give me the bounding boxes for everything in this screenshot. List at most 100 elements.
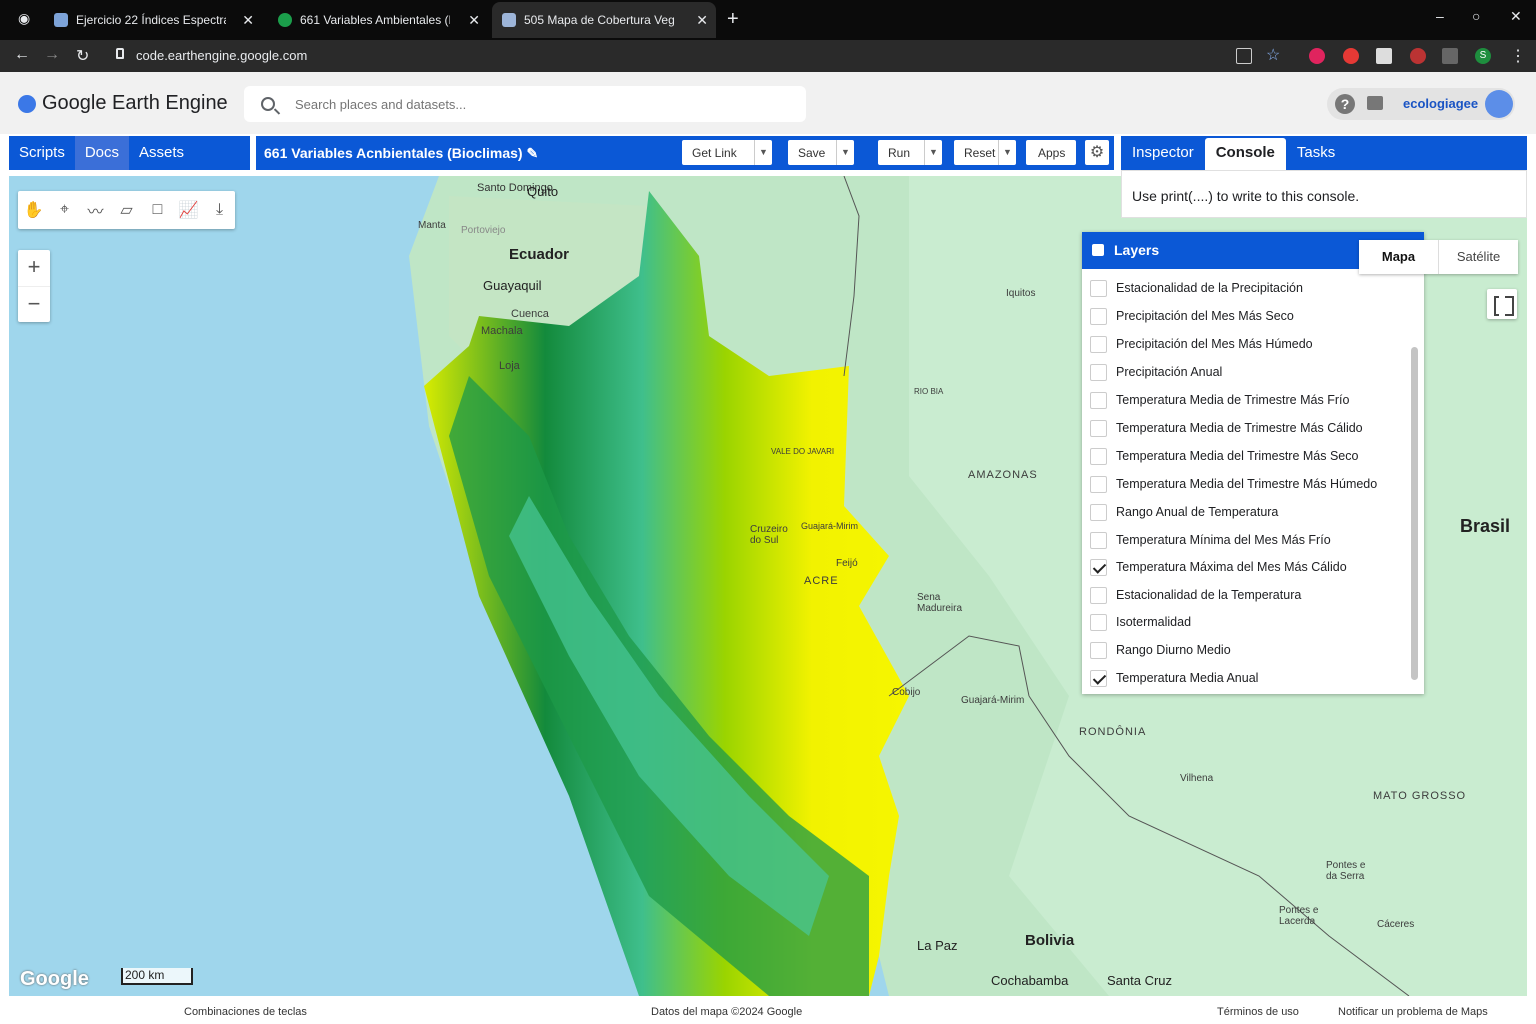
close-window-icon[interactable]: ✕ xyxy=(1510,8,1522,25)
tab-docs[interactable]: Docs xyxy=(74,136,130,170)
forward-icon[interactable]: → xyxy=(44,46,60,64)
layer-item[interactable]: Temperatura Media del Trimestre Más Seco xyxy=(1090,445,1358,467)
layer-checkbox-checked[interactable] xyxy=(1090,558,1107,576)
browser-tab-2[interactable]: 661 Variables Ambientales (Bio ✕ xyxy=(268,2,488,38)
zoom-out-button[interactable]: − xyxy=(18,286,50,322)
close-tab-icon[interactable]: ✕ xyxy=(242,12,254,29)
extension-icon[interactable] xyxy=(1309,48,1325,64)
layer-checkbox[interactable] xyxy=(1090,335,1107,353)
gear-icon[interactable]: ⚙ xyxy=(1085,140,1109,165)
layer-item[interactable]: Temperatura Mínima del Mes Más Frío xyxy=(1090,529,1331,551)
layer-item[interactable]: Temperatura Media de Trimestre Más Cálid… xyxy=(1090,417,1363,439)
layer-checkbox[interactable] xyxy=(1090,419,1107,437)
layers-scrollbar[interactable] xyxy=(1411,347,1418,680)
tab-console[interactable]: Console xyxy=(1204,138,1286,170)
gee-logo[interactable]: Google Earth Engine xyxy=(18,92,228,115)
layer-item[interactable]: Temperatura Media del Trimestre Más Húme… xyxy=(1090,473,1377,495)
translate-icon[interactable] xyxy=(1236,48,1252,64)
layer-item[interactable]: Precipitación del Mes Más Húmedo xyxy=(1090,333,1313,355)
download-icon[interactable]: ⤓ xyxy=(204,191,235,229)
extension-icon[interactable] xyxy=(1343,48,1359,64)
layer-item[interactable]: Isotermalidad xyxy=(1090,611,1191,633)
bookmark-star-icon[interactable]: ☆ xyxy=(1266,45,1280,65)
script-title[interactable]: 661 Variables Acnbientales (Bioclimas) ✎ xyxy=(264,145,538,162)
layer-checkbox[interactable] xyxy=(1090,641,1107,659)
chrome-menu-icon[interactable]: ⋮ xyxy=(1510,46,1526,66)
tab-inspector[interactable]: Inspector xyxy=(1121,136,1205,170)
layer-item[interactable]: Estacionalidad de la Precipitación xyxy=(1090,277,1303,299)
layer-checkbox[interactable] xyxy=(1090,391,1107,409)
minimize-icon[interactable]: – xyxy=(1436,8,1444,24)
layer-checkbox[interactable] xyxy=(1090,307,1107,325)
feedback-icon[interactable] xyxy=(1367,96,1383,110)
label-sena-madureira: Sena Madureira xyxy=(917,592,963,614)
layer-checkbox[interactable] xyxy=(1090,363,1107,381)
layer-item[interactable]: Rango Anual de Temperatura xyxy=(1090,501,1278,523)
close-tab-icon[interactable]: ✕ xyxy=(696,12,708,29)
chrome-menu-icon[interactable]: ◉ xyxy=(18,10,30,27)
browser-tab-3-active[interactable]: 505 Mapa de Cobertura Vegetal ✕ xyxy=(492,2,716,38)
layers-panel: Layers Estacionalidad de la Precipitació… xyxy=(1082,232,1424,694)
reset-button[interactable]: Reset ▼ xyxy=(954,140,1016,165)
polygon-icon[interactable]: ▱ xyxy=(111,191,142,229)
layer-item[interactable]: Precipitación del Mes Más Seco xyxy=(1090,305,1294,327)
extension-icon[interactable] xyxy=(1376,48,1392,64)
layer-item[interactable]: Rango Diurno Medio xyxy=(1090,639,1231,661)
url-field[interactable]: code.earthengine.google.com xyxy=(136,48,307,63)
label-mato-grosso: MATO GROSSO xyxy=(1373,790,1467,802)
layer-checkbox[interactable] xyxy=(1090,531,1107,549)
label-guajara-mirim-1: Guajará-Mirim xyxy=(801,521,859,531)
extension-icon[interactable] xyxy=(1442,48,1458,64)
layer-checkbox[interactable] xyxy=(1090,475,1107,493)
layer-item[interactable]: Temperatura Media de Trimestre Más Frío xyxy=(1090,389,1349,411)
profile-avatar[interactable]: S xyxy=(1475,48,1491,64)
line-icon[interactable]: 〰 xyxy=(80,191,111,229)
map-type-mapa[interactable]: Mapa xyxy=(1359,240,1439,274)
restore-icon[interactable]: ○ xyxy=(1472,8,1480,24)
tab-assets[interactable]: Assets xyxy=(129,136,194,170)
save-button[interactable]: Save ▼ xyxy=(788,140,854,165)
get-link-button[interactable]: Get Link ▼ xyxy=(682,140,772,165)
help-icon[interactable]: ? xyxy=(1335,94,1355,114)
hand-icon[interactable]: ✋ xyxy=(18,191,49,229)
right-panel-tabs: Inspector Console Tasks xyxy=(1121,136,1527,170)
layer-checkbox[interactable] xyxy=(1090,447,1107,465)
chart-icon[interactable]: 📈 xyxy=(173,191,204,229)
layer-checkbox-checked[interactable] xyxy=(1090,669,1107,687)
rectangle-icon[interactable]: □ xyxy=(142,191,173,229)
layer-item[interactable]: Temperatura Media Anual xyxy=(1090,667,1258,689)
map-canvas[interactable]: Santo Domingo Quito Manta Portoviejo Ecu… xyxy=(9,176,1527,996)
terms-link[interactable]: Términos de uso xyxy=(1217,1006,1299,1018)
search-box[interactable] xyxy=(244,86,806,122)
layer-item[interactable]: Estacionalidad de la Temperatura xyxy=(1090,584,1301,606)
layer-checkbox[interactable] xyxy=(1090,613,1107,631)
map-type-satelite[interactable]: Satélite xyxy=(1439,240,1518,274)
apps-button[interactable]: Apps xyxy=(1026,140,1076,165)
back-icon[interactable]: ← xyxy=(14,46,30,64)
search-icon xyxy=(261,97,275,111)
gee-icon xyxy=(278,13,292,27)
username[interactable]: ecologiagee xyxy=(1403,96,1478,111)
tab-scripts[interactable]: Scripts xyxy=(9,136,75,170)
keyboard-shortcuts-link[interactable]: Combinaciones de teclas xyxy=(184,1006,307,1018)
reload-icon[interactable]: ↻ xyxy=(76,46,89,66)
fullscreen-icon[interactable] xyxy=(1487,289,1517,319)
marker-icon[interactable]: ⌖ xyxy=(49,191,80,229)
user-avatar[interactable] xyxy=(1485,90,1513,118)
browser-tab-1[interactable]: Ejercicio 22 Índices Espectrale ✕ xyxy=(44,2,262,38)
gee-icon xyxy=(502,13,516,27)
extension-icon[interactable] xyxy=(1410,48,1426,64)
report-problem-link[interactable]: Notificar un problema de Maps xyxy=(1338,1006,1488,1018)
search-input[interactable] xyxy=(295,96,775,112)
layer-item[interactable]: Temperatura Máxima del Mes Más Cálido xyxy=(1090,556,1347,578)
console-output: Use print(....) to write to this console… xyxy=(1121,170,1527,218)
layer-checkbox[interactable] xyxy=(1090,279,1107,297)
layer-item[interactable]: Precipitación Anual xyxy=(1090,361,1222,383)
zoom-in-button[interactable]: + xyxy=(18,250,50,286)
close-tab-icon[interactable]: ✕ xyxy=(468,12,480,29)
run-button[interactable]: Run ▼ xyxy=(878,140,942,165)
layer-checkbox[interactable] xyxy=(1090,586,1107,604)
new-tab-icon[interactable]: + xyxy=(727,8,739,31)
layer-checkbox[interactable] xyxy=(1090,503,1107,521)
tab-tasks[interactable]: Tasks xyxy=(1286,136,1346,170)
